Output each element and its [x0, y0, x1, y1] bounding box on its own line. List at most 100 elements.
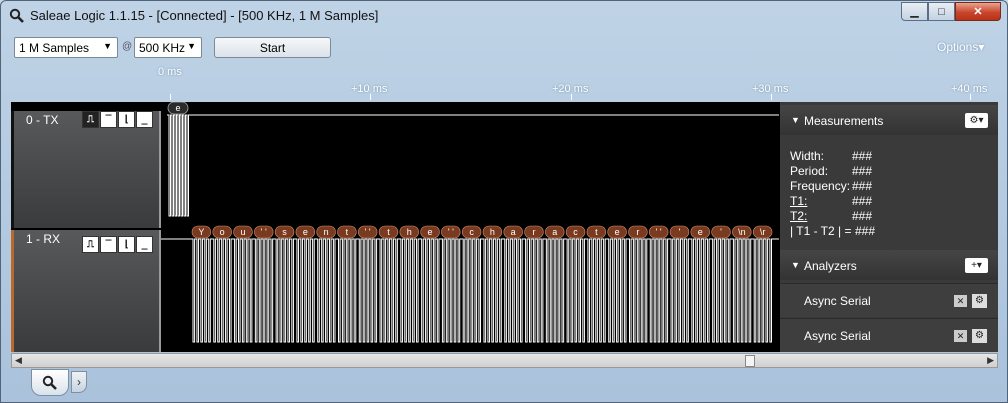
search-icon	[42, 375, 57, 390]
protocol-char: r	[532, 227, 535, 237]
close-icon[interactable]: ✕	[954, 295, 967, 307]
scroll-right-icon[interactable]: ▶	[987, 355, 994, 366]
analyzer-item[interactable]: Async Serial ✕ ⚙	[780, 283, 998, 317]
close-icon[interactable]: ✕	[954, 330, 967, 342]
measurement-value: ###	[852, 149, 873, 163]
trigger-buttons: ⎍ ‾ ⌊ _	[82, 236, 153, 253]
protocol-char: '	[679, 227, 681, 237]
channel-header-tx: 0 - TX ⎍ ‾ ⌊ _	[11, 111, 161, 228]
trigger-falling-edge-icon[interactable]: ⌊	[118, 236, 135, 253]
search-tab[interactable]	[31, 369, 69, 396]
measurement-label[interactable]: T1:	[790, 194, 807, 208]
measurements-title: Measurements	[804, 114, 884, 128]
collapse-triangle-icon: ▼	[791, 115, 800, 125]
measurement-label: Period:	[790, 164, 829, 178]
analyzer-name: Async Serial	[804, 329, 871, 343]
protocol-char: r	[636, 227, 639, 237]
measurements-header[interactable]: ▼ Measurements ⚙▾	[780, 105, 998, 135]
analyzer-name: Async Serial	[804, 294, 871, 308]
trigger-high-icon[interactable]: ‾	[100, 111, 117, 128]
channel-label: 0 - TX	[26, 113, 59, 127]
analyzers-header[interactable]: ▼ Analyzers +▾	[780, 250, 998, 280]
horizontal-scrollbar[interactable]: ◀ ▶	[11, 353, 998, 368]
trigger-low-icon[interactable]: _	[136, 111, 153, 128]
ruler-tick	[571, 94, 572, 100]
gear-icon[interactable]: ⚙▾	[965, 113, 988, 128]
protocol-char: e	[428, 227, 433, 237]
app-window: Saleae Logic 1.1.15 - [Connected] - [500…	[0, 0, 1008, 403]
measurement-value: ###	[852, 164, 873, 178]
protocol-char: ' '	[448, 227, 454, 237]
measurement-value: ###	[855, 224, 876, 238]
protocol-char: \r	[760, 227, 766, 237]
protocol-char: '	[720, 227, 722, 237]
protocol-char: ' '	[365, 227, 371, 237]
protocol-char: c	[469, 227, 474, 237]
protocol-char: ' '	[656, 227, 662, 237]
measurement-label[interactable]: T2:	[790, 209, 807, 223]
sample-rate-select[interactable]: 500 KHz ▼	[134, 37, 202, 58]
window-title: Saleae Logic 1.1.15 - [Connected] - [500…	[30, 8, 379, 23]
channel-label: 1 - RX	[26, 232, 61, 246]
ruler-tick	[970, 94, 971, 100]
protocol-char: a	[552, 227, 557, 237]
samples-select[interactable]: 1 M Samples ▼	[14, 37, 118, 58]
add-analyzer-icon[interactable]: +▾	[965, 258, 988, 273]
trigger-low-icon[interactable]: _	[136, 236, 153, 253]
scroll-left-icon[interactable]: ◀	[15, 355, 22, 366]
window-controls: ▁ □ ✕	[901, 2, 1001, 21]
magnifier-app-icon	[9, 8, 24, 23]
gear-icon[interactable]: ⚙	[972, 294, 987, 308]
protocol-char: u	[240, 227, 245, 237]
measurement-label: Width:	[790, 149, 825, 163]
sample-rate-select-value: 500 KHz	[139, 40, 186, 55]
protocol-char: c	[573, 227, 578, 237]
measurement-label: Frequency:	[790, 179, 851, 193]
rx-waveform	[161, 238, 779, 343]
trigger-falling-edge-icon[interactable]: ⌊	[118, 111, 135, 128]
protocol-char: n	[324, 227, 329, 237]
chevron-down-icon: ▼	[103, 41, 112, 51]
protocol-char: h	[407, 227, 412, 237]
trigger-rising-edge-icon[interactable]: ⎍	[82, 236, 99, 253]
trigger-high-icon[interactable]: ‾	[100, 236, 117, 253]
ruler-label: 0 ms	[158, 66, 182, 78]
samples-select-value: 1 M Samples	[19, 40, 90, 55]
tx-waveform	[167, 114, 779, 217]
protocol-char: s	[282, 227, 287, 237]
minimize-button[interactable]: ▁	[901, 2, 928, 21]
trigger-buttons: ⎍ ‾ ⌊ _	[82, 111, 153, 128]
analyzers-title: Analyzers	[804, 259, 857, 273]
protocol-char: a	[511, 227, 516, 237]
protocol-char: Y	[198, 227, 204, 237]
start-button[interactable]: Start	[214, 37, 331, 58]
chevron-down-icon: ▼	[187, 41, 196, 51]
collapse-triangle-icon: ▼	[791, 260, 800, 270]
ruler-tick	[370, 94, 371, 100]
waveform-area[interactable]: eY o u ' ' s e n t ' ' t h e ' ' c h a r a c t e r ' ' ' e ' \n \r	[161, 102, 779, 352]
trigger-rising-edge-icon[interactable]: ⎍	[82, 111, 99, 128]
ruler-tick	[771, 94, 772, 100]
channel-header-rx: 1 - RX ⎍ ‾ ⌊ _	[11, 230, 161, 352]
close-button[interactable]: ✕	[955, 2, 1001, 21]
protocol-char: e	[615, 227, 620, 237]
expand-chevron-icon[interactable]: ›	[71, 371, 87, 393]
scrollbar-thumb[interactable]	[745, 355, 755, 367]
protocol-char: e	[175, 103, 180, 113]
protocol-char: o	[220, 227, 225, 237]
maximize-button[interactable]: □	[928, 2, 955, 21]
options-menu[interactable]: Options▾	[937, 40, 984, 54]
protocol-char: e	[698, 227, 703, 237]
title-bar: Saleae Logic 1.1.15 - [Connected] - [500…	[1, 1, 1007, 31]
side-panel: ▼ Measurements ⚙▾ Width: ### Period: ###…	[780, 102, 998, 352]
measurement-value: ###	[852, 179, 873, 193]
gear-icon[interactable]: ⚙	[972, 329, 987, 343]
protocol-char: \n	[738, 227, 746, 237]
analyzer-item[interactable]: Async Serial ✕ ⚙	[780, 318, 998, 352]
measurement-value: ###	[852, 194, 873, 208]
protocol-char: ' '	[261, 227, 267, 237]
measurement-value: ###	[852, 209, 873, 223]
protocol-char: h	[490, 227, 495, 237]
ruler-tick	[170, 94, 171, 100]
measurement-label: | T1 - T2 | =	[790, 224, 852, 238]
